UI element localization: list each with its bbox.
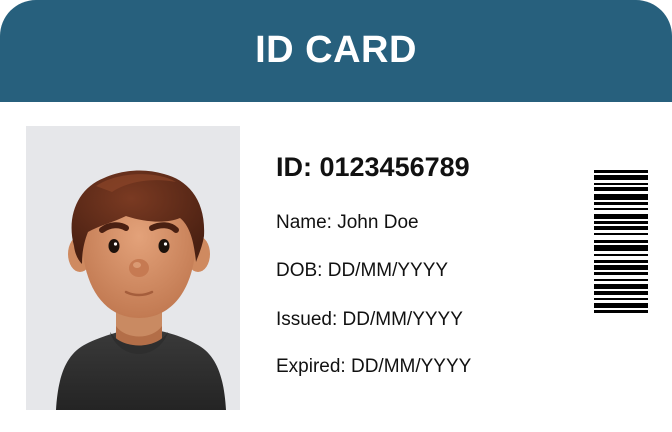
barcode-bar xyxy=(594,260,648,263)
barcode-bar xyxy=(594,298,648,300)
dob-field: DOB: DD/MM/YYYY xyxy=(276,260,449,281)
barcode-bar xyxy=(594,183,648,185)
barcode-bar xyxy=(594,187,648,191)
barcode-bar xyxy=(594,272,648,275)
name-field: Name: John Doe xyxy=(276,212,419,233)
expired-field: Expired: DD/MM/YYYY xyxy=(276,356,472,377)
card-header: ID CARD xyxy=(0,0,672,102)
barcode-bar xyxy=(594,170,648,173)
barcode-bar xyxy=(594,202,648,205)
barcode-bar xyxy=(594,175,648,180)
person-avatar-icon xyxy=(56,170,226,410)
barcode-bar xyxy=(594,221,648,224)
barcode-bar xyxy=(594,226,648,230)
barcode-icon xyxy=(594,170,648,400)
barcode-bar xyxy=(594,265,648,270)
barcode-bar xyxy=(594,208,648,210)
barcode-bar xyxy=(594,291,648,295)
barcode-bar xyxy=(594,233,648,235)
barcode-bar xyxy=(594,240,648,243)
barcode-bar xyxy=(594,254,648,256)
barcode-bar xyxy=(594,194,648,200)
barcode-bar xyxy=(594,245,648,251)
barcode-bar xyxy=(594,303,648,308)
barcode-bar xyxy=(594,279,648,281)
id-card: ID CARD ID: 0123456789 Name: John Doe DO… xyxy=(0,0,672,432)
photo-frame xyxy=(26,126,240,410)
card-title: ID CARD xyxy=(255,28,417,71)
barcode-bar xyxy=(594,214,648,219)
id-number: ID: 0123456789 xyxy=(276,152,470,182)
barcode-bar xyxy=(594,310,648,313)
issued-field: Issued: DD/MM/YYYY xyxy=(276,309,463,330)
barcode-bar xyxy=(594,284,648,289)
